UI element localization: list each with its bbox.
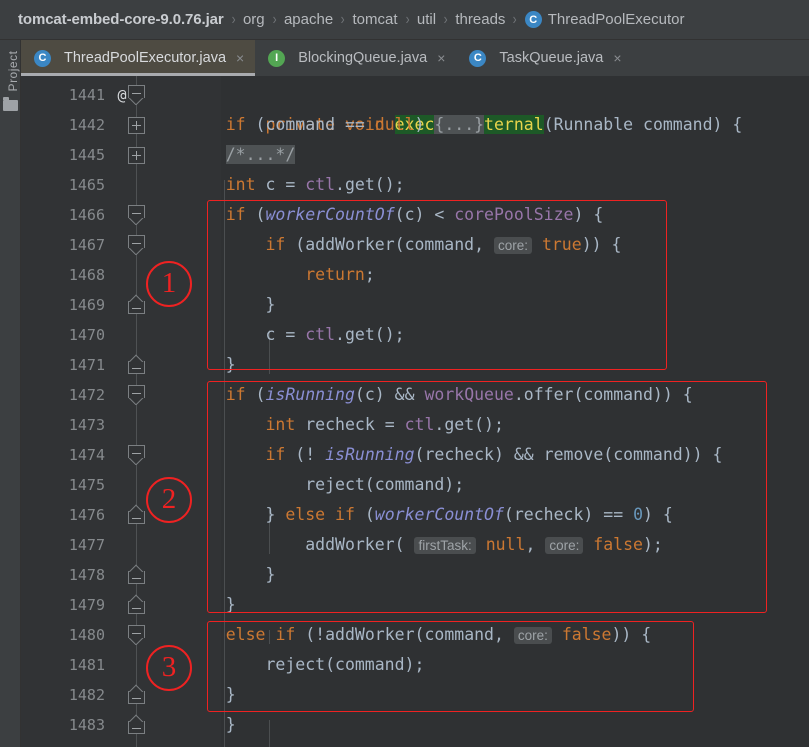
annotation-marker-3: 3 bbox=[146, 645, 192, 691]
code-line: } bbox=[186, 350, 236, 380]
folder-icon[interactable] bbox=[3, 100, 18, 111]
tab-label: BlockingQueue.java bbox=[298, 50, 427, 66]
breadcrumb-item-org[interactable]: org bbox=[243, 11, 265, 28]
tab-taskqueue[interactable]: C TaskQueue.java × bbox=[456, 40, 632, 76]
breadcrumb: tomcat-embed-core-9.0.76.jar › org › apa… bbox=[0, 0, 809, 40]
interface-icon: I bbox=[268, 50, 285, 67]
breadcrumb-item-util[interactable]: util bbox=[417, 11, 436, 28]
tab-blockingqueue[interactable]: I BlockingQueue.java × bbox=[255, 40, 456, 76]
folded-block[interactable]: {...} bbox=[434, 115, 484, 134]
breadcrumb-separator-icon: › bbox=[231, 11, 235, 29]
inline-param-hint: core: bbox=[514, 627, 552, 644]
inline-param-hint: core: bbox=[545, 537, 583, 554]
code-line: if (command == null) {...} bbox=[186, 110, 484, 140]
ide-window: tomcat-embed-core-9.0.76.jar › org › apa… bbox=[0, 0, 809, 747]
breadcrumb-item-class[interactable]: ThreadPoolExecutor bbox=[548, 11, 685, 28]
code-line: int recheck = ctl.get(); bbox=[186, 410, 504, 440]
code-line: return; bbox=[186, 260, 375, 290]
code-line: } bbox=[186, 290, 275, 320]
breadcrumb-separator-icon: › bbox=[444, 11, 448, 29]
close-icon[interactable]: × bbox=[613, 50, 621, 66]
code-line: addWorker( firstTask: null, core: false)… bbox=[186, 530, 663, 560]
code-line: else if (!addWorker(command, core: false… bbox=[186, 620, 651, 650]
code-line: if (isRunning(c) && workQueue.offer(comm… bbox=[186, 380, 693, 410]
annotation-marker-1: 1 bbox=[146, 261, 192, 307]
code-line: } bbox=[186, 680, 236, 710]
breadcrumb-separator-icon: › bbox=[272, 11, 276, 29]
breadcrumb-item-apache[interactable]: apache bbox=[284, 11, 333, 28]
tool-window-button-project[interactable]: Project bbox=[6, 36, 20, 106]
breadcrumb-separator-icon: › bbox=[405, 11, 409, 29]
breadcrumb-item-threads[interactable]: threads bbox=[455, 11, 505, 28]
class-icon: C bbox=[469, 50, 486, 67]
breadcrumb-separator-icon: › bbox=[341, 11, 345, 29]
code-line: if (! isRunning(recheck) && remove(comma… bbox=[186, 440, 722, 470]
close-icon[interactable]: × bbox=[236, 50, 244, 66]
breadcrumb-separator-icon: › bbox=[513, 11, 517, 29]
left-tool-strip: Project bbox=[0, 40, 21, 747]
annotation-marker-2: 2 bbox=[146, 477, 192, 523]
close-icon[interactable]: × bbox=[437, 50, 445, 66]
class-icon: C bbox=[34, 50, 51, 67]
tab-threadpoolexecutor[interactable]: C ThreadPoolExecutor.java × bbox=[21, 40, 255, 76]
code-line: private void executeInternal(Runnable co… bbox=[186, 80, 742, 110]
code-line: reject(command); bbox=[186, 470, 464, 500]
code-line: if (addWorker(command, core: true)) { bbox=[186, 230, 621, 260]
breadcrumb-item-tomcat[interactable]: tomcat bbox=[353, 11, 398, 28]
code-line: } bbox=[186, 710, 236, 740]
inline-param-hint: firstTask: bbox=[414, 537, 475, 554]
code-line: reject(command); bbox=[186, 650, 424, 680]
code-line: if (workerCountOf(c) < corePoolSize) { bbox=[186, 200, 603, 230]
code-line: /*...*/ bbox=[186, 140, 295, 170]
code-line: } bbox=[186, 590, 236, 620]
code-lines: private void executeInternal(Runnable co… bbox=[21, 76, 809, 747]
tab-label: TaskQueue.java bbox=[499, 50, 603, 66]
inline-param-hint: core: bbox=[494, 237, 532, 254]
folded-comment[interactable]: /*...*/ bbox=[226, 145, 296, 164]
tab-label: ThreadPoolExecutor.java bbox=[64, 50, 226, 66]
class-icon: C bbox=[525, 11, 542, 28]
code-editor[interactable]: 1441@14421445146514661467146814691470147… bbox=[21, 76, 809, 747]
breadcrumb-item-jar[interactable]: tomcat-embed-core-9.0.76.jar bbox=[18, 11, 224, 28]
code-line: } else if (workerCountOf(recheck) == 0) … bbox=[186, 500, 673, 530]
code-line: c = ctl.get(); bbox=[186, 320, 405, 350]
code-line: int c = ctl.get(); bbox=[186, 170, 405, 200]
code-line: } bbox=[186, 560, 275, 590]
editor-tab-bar: C ThreadPoolExecutor.java × I BlockingQu… bbox=[21, 40, 809, 76]
